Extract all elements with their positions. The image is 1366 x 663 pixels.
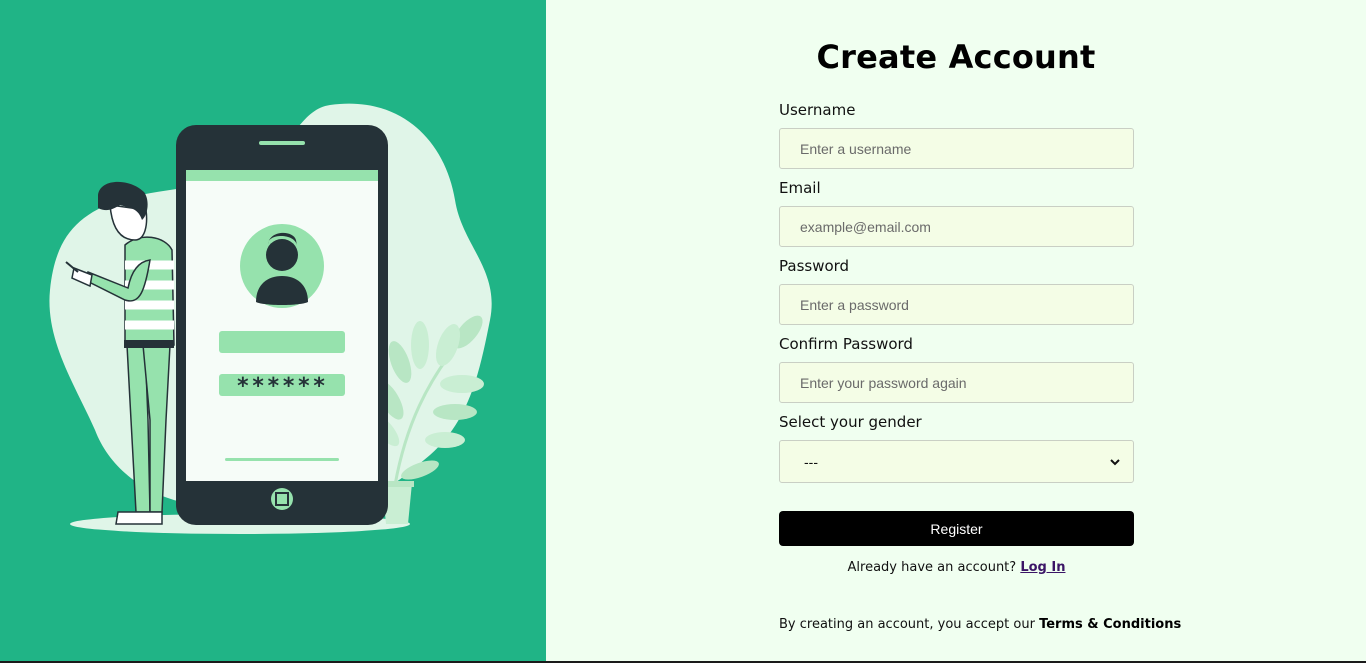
email-label: Email bbox=[779, 179, 821, 197]
password-mask-text: ****** bbox=[236, 374, 327, 399]
email-input[interactable] bbox=[779, 206, 1134, 247]
terms-prefix-text: By creating an account, you accept our bbox=[779, 617, 1035, 632]
gender-select-value: --- bbox=[804, 453, 818, 470]
password-input[interactable] bbox=[779, 284, 1134, 325]
terms-link[interactable]: Terms & Conditions bbox=[1039, 617, 1181, 632]
signup-form-panel: Create Account Username Email Password C… bbox=[546, 0, 1366, 661]
chevron-down-icon bbox=[1110, 458, 1120, 465]
page-title: Create Account bbox=[816, 38, 1096, 76]
login-prompt: Already have an account? Log In bbox=[779, 560, 1134, 575]
signup-illustration: ****** bbox=[49, 103, 492, 534]
login-link[interactable]: Log In bbox=[1020, 560, 1065, 575]
terms-notice: By creating an account, you accept our T… bbox=[779, 617, 1181, 632]
gender-select[interactable]: --- bbox=[779, 440, 1134, 483]
password-label: Password bbox=[779, 257, 850, 275]
confirm-password-input[interactable] bbox=[779, 362, 1134, 403]
confirm-password-label: Confirm Password bbox=[779, 335, 913, 353]
username-label: Username bbox=[779, 101, 856, 119]
phone-icon: ****** bbox=[176, 125, 388, 525]
gender-label: Select your gender bbox=[779, 413, 922, 431]
login-prompt-text: Already have an account? bbox=[847, 560, 1017, 575]
illustration-panel: ****** bbox=[0, 0, 546, 661]
username-input[interactable] bbox=[779, 128, 1134, 169]
signup-page: ****** Create Account Username Enter a u… bbox=[0, 0, 1366, 661]
register-button[interactable]: Register bbox=[779, 511, 1134, 546]
